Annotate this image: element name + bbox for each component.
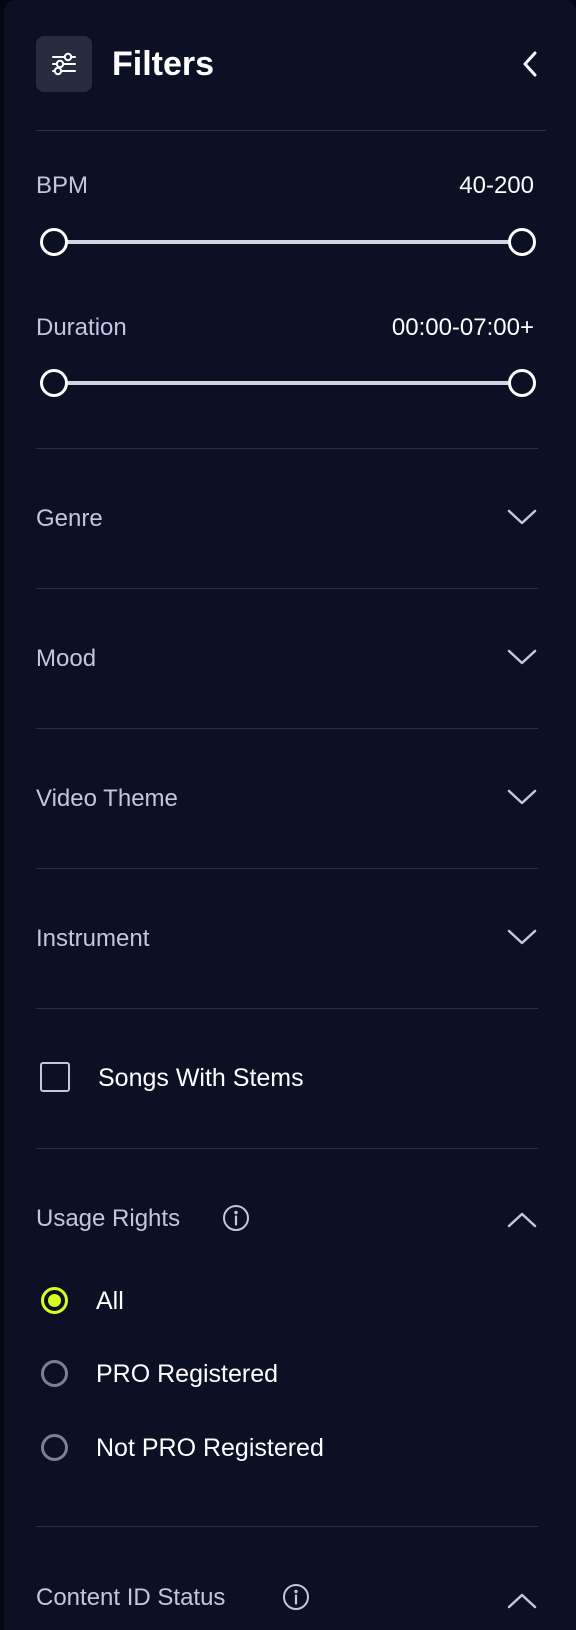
- header-divider: [36, 130, 546, 131]
- bpm-max-handle[interactable]: [508, 228, 536, 256]
- duration-range-value: 00:00-07:00+: [391, 314, 534, 341]
- panel-title: Filters: [112, 45, 215, 83]
- chevron-up-icon: [507, 1593, 537, 1609]
- usage-rights-pro-registered-label[interactable]: PRO Registered: [96, 1359, 278, 1389]
- divider: [36, 868, 538, 869]
- instrument-label: Instrument: [36, 925, 150, 952]
- mood-label: Mood: [36, 645, 97, 672]
- divider: [36, 448, 538, 449]
- usage-rights-not-pro-registered-radio[interactable]: [41, 1434, 68, 1461]
- chevron-down-icon: [507, 509, 537, 525]
- chevron-down-icon: [507, 649, 537, 665]
- bpm-min-handle[interactable]: [40, 228, 68, 256]
- video-theme-label: Video Theme: [36, 785, 178, 812]
- instrument-section-toggle[interactable]: Instrument: [36, 920, 540, 960]
- divider: [36, 1008, 538, 1009]
- video-theme-section-toggle[interactable]: Video Theme: [36, 780, 540, 820]
- content-id-status-label: Content ID Status: [36, 1584, 226, 1611]
- duration-min-handle[interactable]: [40, 369, 68, 397]
- chevron-down-icon: [507, 789, 537, 805]
- genre-section-toggle[interactable]: Genre: [36, 500, 540, 540]
- songs-with-stems-checkbox[interactable]: [40, 1062, 70, 1092]
- usage-rights-pro-registered-radio[interactable]: [41, 1360, 68, 1387]
- chevron-up-icon: [507, 1212, 537, 1228]
- usage-rights-all-label[interactable]: All: [96, 1286, 124, 1316]
- bpm-slider-track: [54, 240, 522, 244]
- usage-rights-label: Usage Rights: [36, 1205, 181, 1232]
- divider: [36, 1526, 538, 1527]
- usage-rights-section-toggle[interactable]: Usage Rights: [36, 1200, 540, 1240]
- genre-label: Genre: [36, 505, 103, 532]
- sliders-icon[interactable]: [36, 36, 92, 92]
- duration-label: Duration: [36, 314, 127, 341]
- songs-with-stems-label[interactable]: Songs With Stems: [98, 1063, 304, 1093]
- chevron-left-icon: [523, 51, 537, 77]
- duration-range-slider[interactable]: [40, 369, 536, 397]
- bpm-range-slider[interactable]: [40, 228, 536, 256]
- duration-slider-track: [54, 381, 522, 385]
- duration-max-handle[interactable]: [508, 369, 536, 397]
- divider: [36, 588, 538, 589]
- info-icon[interactable]: [282, 1583, 310, 1611]
- mood-section-toggle[interactable]: Mood: [36, 640, 540, 680]
- info-icon[interactable]: [222, 1204, 250, 1232]
- divider: [36, 728, 538, 729]
- bpm-label: BPM: [36, 172, 89, 199]
- filters-panel: Filters BPM 40-200 Duration 00:00-07:00+…: [4, 0, 576, 1630]
- chevron-down-icon: [507, 929, 537, 945]
- usage-rights-all-radio[interactable]: [41, 1287, 68, 1314]
- divider: [36, 1148, 538, 1149]
- bpm-range-value: 40-200: [459, 172, 534, 199]
- collapse-panel-button[interactable]: [512, 44, 548, 84]
- usage-rights-not-pro-registered-label[interactable]: Not PRO Registered: [96, 1433, 324, 1463]
